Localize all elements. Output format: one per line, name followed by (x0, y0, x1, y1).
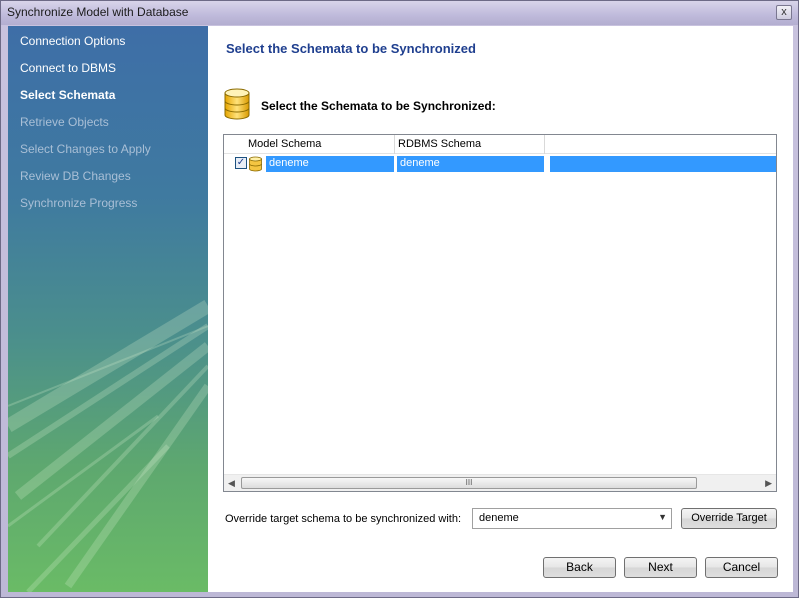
cancel-button[interactable]: Cancel (705, 557, 778, 578)
wizard-steps-sidebar: Connection Options Connect to DBMS Selec… (8, 26, 208, 592)
dropdown-arrow-icon[interactable]: ▼ (658, 512, 667, 522)
wizard-window: Synchronize Model with Database x Connec… (0, 0, 799, 598)
override-target-label: Override target schema to be synchronize… (225, 513, 462, 525)
table-header: Model Schema RDBMS Schema (224, 135, 776, 154)
scroll-thumb[interactable]: III (241, 477, 697, 489)
column-header-rdbms-schema[interactable]: RDBMS Schema (398, 138, 481, 150)
sidebar-item-synchronize-progress: Synchronize Progress (20, 196, 138, 210)
sidebar-decoration (8, 299, 208, 592)
rdbms-schema-cell[interactable]: deneme (397, 156, 544, 172)
schema-checkbox[interactable]: ✓ (235, 157, 247, 169)
next-button[interactable]: Next (624, 557, 697, 578)
horizontal-scrollbar[interactable]: ◀ III ▶ (224, 474, 776, 491)
back-button[interactable]: Back (543, 557, 616, 578)
sidebar-item-connect-to-dbms: Connect to DBMS (20, 61, 117, 75)
database-icon (249, 156, 262, 172)
column-divider[interactable] (394, 135, 395, 154)
scroll-left-arrow-icon[interactable]: ◀ (228, 478, 235, 489)
override-target-button[interactable]: Override Target (681, 508, 777, 529)
row-selection-fill[interactable] (550, 156, 776, 172)
override-target-value: deneme (479, 512, 519, 524)
window-client-area: Connection Options Connect to DBMS Selec… (8, 26, 793, 592)
column-divider[interactable] (544, 135, 545, 154)
window-title: Synchronize Model with Database (7, 5, 189, 19)
table-row[interactable]: ✓ deneme deneme (224, 155, 776, 172)
sidebar-item-review-db-changes: Review DB Changes (20, 169, 131, 183)
sidebar-item-select-schemata: Select Schemata (20, 88, 116, 102)
column-header-model-schema[interactable]: Model Schema (248, 138, 321, 150)
sidebar-item-select-changes: Select Changes to Apply (20, 142, 151, 156)
wizard-page: Select the Schemata to be Synchronized S… (208, 26, 793, 592)
model-schema-cell[interactable]: deneme (266, 156, 394, 172)
close-button[interactable]: x (776, 5, 792, 20)
page-title: Select the Schemata to be Synchronized (226, 41, 476, 56)
title-bar[interactable]: Synchronize Model with Database x (1, 1, 798, 25)
schemata-table[interactable]: Model Schema RDBMS Schema ✓ deneme denem… (223, 134, 777, 492)
override-target-select[interactable]: deneme ▼ (472, 508, 672, 529)
sidebar-item-retrieve-objects: Retrieve Objects (20, 115, 109, 129)
section-label: Select the Schemata to be Synchronized: (261, 99, 496, 113)
sidebar-item-connection-options: Connection Options (20, 34, 126, 48)
scroll-right-arrow-icon[interactable]: ▶ (765, 478, 772, 489)
database-icon (224, 88, 250, 120)
